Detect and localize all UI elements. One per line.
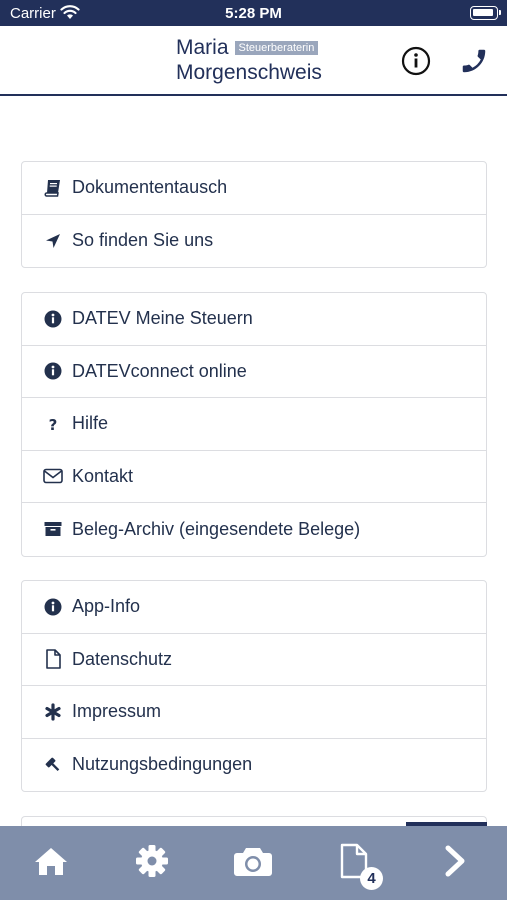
tab-next[interactable]	[405, 826, 505, 900]
tab-documents[interactable]: 4	[304, 826, 404, 900]
menu-item-impressum[interactable]: Impressum	[22, 686, 486, 739]
brand-first-name: Maria	[176, 36, 229, 59]
info-circle-icon[interactable]	[401, 46, 431, 76]
menu-item-nutzungsbedingungen[interactable]: Nutzungsbedingungen	[22, 739, 486, 792]
app-header: Maria Steuerberaterin Morgenschweis	[0, 26, 507, 96]
menu-item-label: Nutzungsbedingungen	[72, 754, 253, 775]
menu-item-kontakt[interactable]: Kontakt	[22, 451, 486, 503]
info-circle-icon	[42, 597, 64, 617]
file-icon	[42, 649, 64, 670]
bottom-tab-bar: 4	[0, 826, 507, 900]
question-icon: ?	[42, 414, 64, 434]
tab-camera[interactable]	[203, 826, 303, 900]
menu-item-so-finden-sie-uns[interactable]: So finden Sie uns	[22, 215, 486, 268]
menu-item-datevconnect-online[interactable]: DATEVconnect online	[22, 346, 486, 398]
archive-icon	[42, 519, 64, 539]
menu-item-label: App-Info	[72, 596, 141, 617]
home-icon	[33, 845, 69, 882]
menu-group-primary: Dokumententausch So finden Sie uns	[21, 161, 487, 268]
menu-item-label: Kontakt	[72, 465, 134, 486]
status-bar: Carrier 5:28 PM	[0, 0, 507, 26]
menu-item-label: Dokumententausch	[72, 177, 228, 198]
menu-item-app-info[interactable]: App-Info	[22, 581, 486, 634]
menu-item-label: Datenschutz	[72, 648, 173, 669]
menu-item-label: DATEV Meine Steuern	[72, 308, 253, 329]
camera-icon	[233, 845, 273, 882]
menu-item-beleg-archiv[interactable]: Beleg-Archiv (eingesendete Belege)	[22, 503, 486, 556]
menu-item-datev-meine-steuern[interactable]: DATEV Meine Steuern	[22, 293, 486, 346]
menu-item-hilfe[interactable]: ? Hilfe	[22, 398, 486, 451]
menu-item-datenschutz[interactable]: Datenschutz	[22, 634, 486, 686]
chevron-right-icon	[443, 845, 467, 882]
menu-group-services: DATEV Meine Steuern DATEVconnect online …	[21, 292, 487, 557]
gear-icon	[135, 844, 169, 883]
book-icon	[42, 178, 64, 198]
tab-home[interactable]	[1, 826, 101, 900]
info-circle-icon	[42, 361, 64, 381]
documents-count-badge: 4	[360, 867, 383, 890]
brand-logo: Maria Steuerberaterin Morgenschweis	[176, 35, 322, 85]
location-arrow-icon	[42, 231, 64, 251]
clock: 5:28 PM	[225, 5, 282, 22]
asterisk-icon	[42, 702, 64, 722]
phone-icon[interactable]	[459, 46, 489, 76]
menu-item-label: DATEVconnect online	[72, 360, 247, 381]
menu-group-legal: App-Info Datenschutz Impressum Nutzungsb…	[21, 580, 487, 792]
info-circle-icon	[42, 309, 64, 329]
battery-icon	[470, 6, 501, 20]
brand-last-name: Morgenschweis	[176, 61, 322, 84]
brand-title-badge: Steuerberaterin	[234, 40, 319, 55]
menu-item-label: Hilfe	[72, 413, 109, 434]
menu-item-label: Impressum	[72, 701, 162, 722]
menu-item-label: So finden Sie uns	[72, 230, 214, 251]
envelope-icon	[42, 466, 64, 486]
menu-item-label: Beleg-Archiv (eingesendete Belege)	[72, 518, 361, 539]
svg-text:?: ?	[49, 416, 58, 433]
menu-item-dokumententausch[interactable]: Dokumententausch	[22, 162, 486, 215]
tab-settings[interactable]	[102, 826, 202, 900]
gavel-icon	[42, 755, 64, 775]
